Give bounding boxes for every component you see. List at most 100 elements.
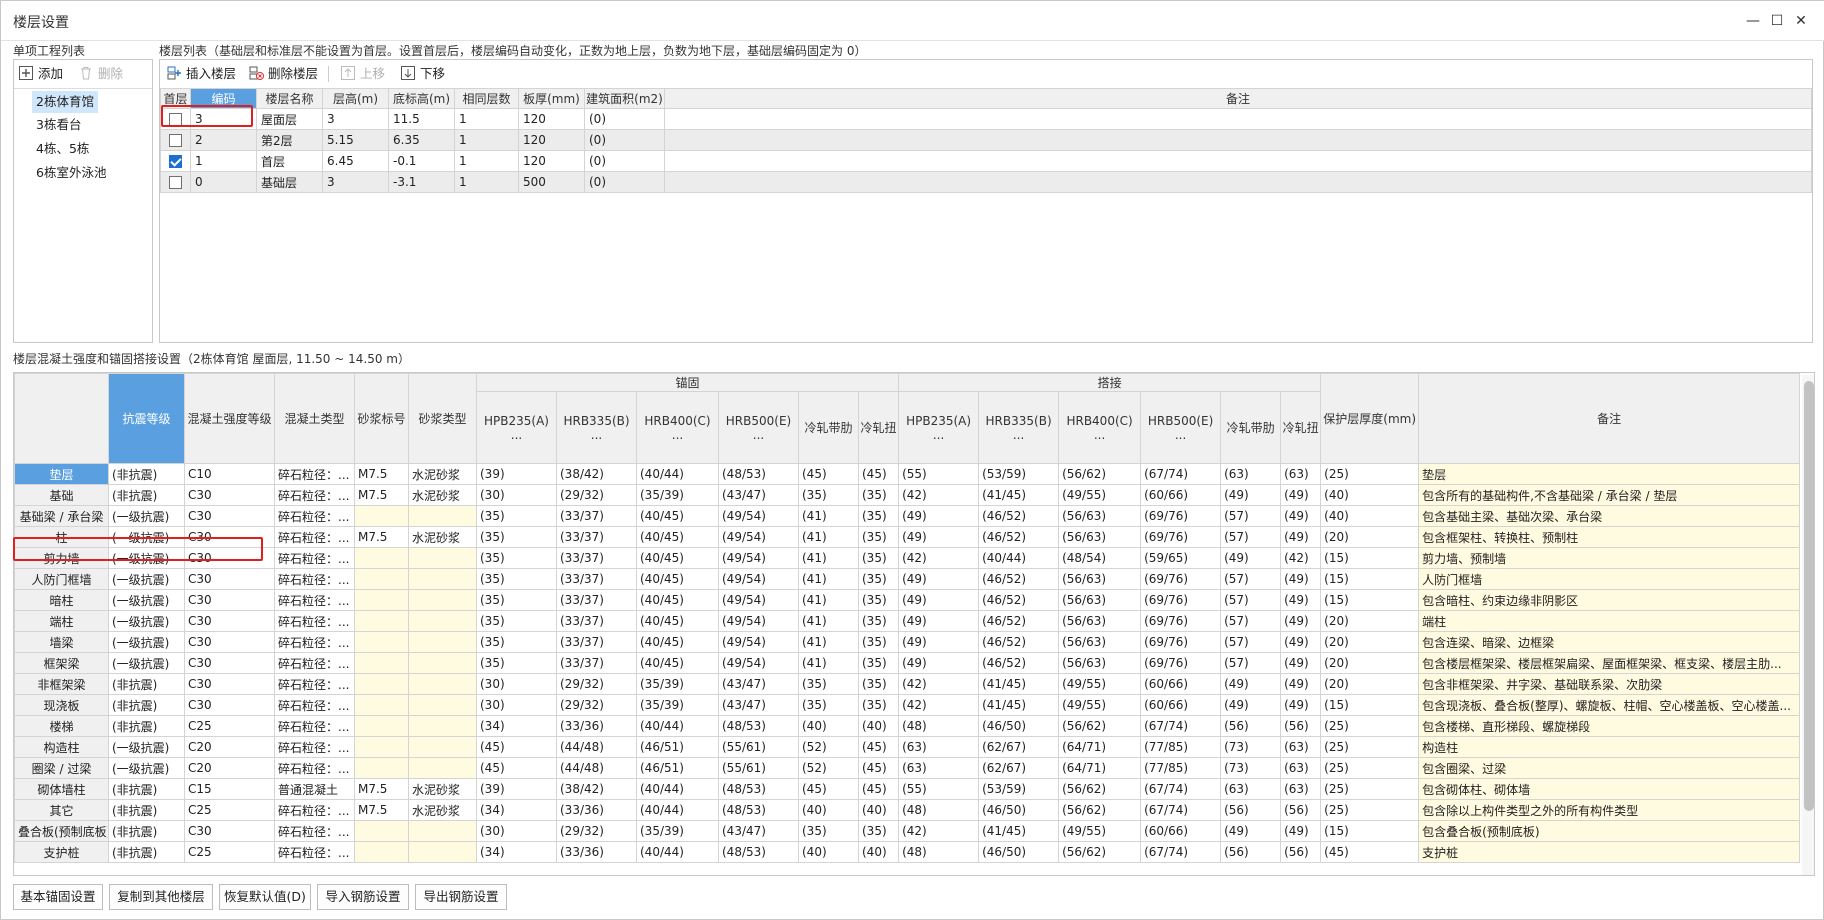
settings-cell[interactable] bbox=[408, 673, 477, 695]
rebar-header[interactable]: 冷轧扭 bbox=[857, 391, 900, 464]
settings-cell[interactable]: (34) bbox=[476, 715, 557, 737]
settings-cell[interactable]: (63) bbox=[898, 757, 980, 779]
settings-cell[interactable]: (63) bbox=[1280, 778, 1322, 800]
settings-cell[interactable] bbox=[354, 736, 409, 758]
first-floor-checkbox[interactable] bbox=[169, 155, 182, 168]
settings-cell[interactable]: 碎石粒径：... bbox=[274, 463, 355, 485]
settings-cell[interactable]: (45) bbox=[857, 778, 900, 800]
settings-cell[interactable]: (49/54) bbox=[718, 589, 799, 611]
settings-cell[interactable]: (46/51) bbox=[636, 757, 719, 779]
settings-cell[interactable]: (35/39) bbox=[636, 673, 719, 695]
settings-cell[interactable]: 碎石粒径：... bbox=[274, 799, 355, 821]
settings-cell[interactable] bbox=[354, 652, 409, 674]
floor-note-cell[interactable] bbox=[664, 171, 1812, 193]
settings-row[interactable]: 叠合板(预制底板) (非抗震) C30 碎石粒径：... (30) (29/32) (35/… bbox=[14, 820, 1800, 842]
settings-cell[interactable] bbox=[408, 652, 477, 674]
settings-cell[interactable]: (非抗震) bbox=[108, 841, 185, 863]
floor-header-height-col[interactable]: 层高(m) bbox=[322, 88, 389, 109]
settings-cell[interactable]: 碎石粒径：... bbox=[274, 757, 355, 779]
settings-cell[interactable]: 包含现浇板、叠合板(整厚)、螺旋板、柱帽、空心楼盖板、空心楼盖... bbox=[1418, 694, 1800, 716]
settings-cell[interactable]: C20 bbox=[184, 757, 275, 779]
settings-cell[interactable]: (57) bbox=[1220, 652, 1282, 674]
settings-cell[interactable]: C25 bbox=[184, 799, 275, 821]
settings-cell[interactable]: 水泥砂浆 bbox=[408, 463, 477, 485]
floor-name-cell[interactable]: 首层 bbox=[256, 150, 323, 172]
settings-cell[interactable]: 碎石粒径：... bbox=[274, 652, 355, 674]
settings-cell[interactable]: (30) bbox=[476, 673, 557, 695]
settings-cell[interactable]: 水泥砂浆 bbox=[408, 526, 477, 548]
settings-cell[interactable]: 水泥砂浆 bbox=[408, 778, 477, 800]
settings-cell[interactable]: (一级抗震) bbox=[108, 547, 185, 569]
settings-cell[interactable]: (49) bbox=[1220, 694, 1282, 716]
settings-cell[interactable]: (41/45) bbox=[978, 820, 1060, 842]
basic-anchor-settings-button[interactable]: 基本锚固设置 bbox=[13, 884, 103, 910]
settings-cell[interactable]: (39) bbox=[476, 778, 557, 800]
settings-cell[interactable]: (33/36) bbox=[556, 799, 637, 821]
settings-cell[interactable]: (15) bbox=[1320, 694, 1420, 716]
settings-cell[interactable]: (40/44) bbox=[636, 778, 719, 800]
settings-cell[interactable]: C30 bbox=[184, 631, 275, 653]
project-item-4-5[interactable]: 4栋、5栋 bbox=[32, 138, 93, 160]
settings-cell[interactable]: (15) bbox=[1320, 568, 1420, 590]
settings-cell[interactable]: M7.5 bbox=[354, 799, 409, 821]
settings-cell[interactable]: 垫层 bbox=[1418, 463, 1800, 485]
settings-cell[interactable]: (60/66) bbox=[1140, 694, 1222, 716]
settings-cell[interactable]: (53/59) bbox=[978, 463, 1060, 485]
settings-cell[interactable]: 碎石粒径：... bbox=[274, 547, 355, 569]
settings-cell[interactable]: (29/32) bbox=[556, 820, 637, 842]
settings-cell[interactable]: (49/54) bbox=[718, 547, 799, 569]
settings-cell[interactable]: M7.5 bbox=[354, 778, 409, 800]
settings-cell[interactable]: (40/44) bbox=[636, 715, 719, 737]
settings-cell[interactable] bbox=[354, 820, 409, 842]
settings-row[interactable]: 垫层 (非抗震) C10 碎石粒径：... M7.5 水泥砂浆 (39) (38/42) (40… bbox=[14, 463, 1800, 485]
settings-cell[interactable]: (35/39) bbox=[636, 484, 719, 506]
floor-same-cell[interactable]: 1 bbox=[454, 171, 519, 193]
settings-cell[interactable]: (15) bbox=[1320, 547, 1420, 569]
settings-cell[interactable]: (42) bbox=[898, 547, 980, 569]
settings-cell[interactable]: (35/39) bbox=[636, 694, 719, 716]
settings-cell[interactable]: (45) bbox=[798, 463, 859, 485]
settings-cell[interactable]: (一级抗震) bbox=[108, 610, 185, 632]
cover-header[interactable]: 保护层厚度(mm) bbox=[1320, 373, 1420, 464]
settings-cell[interactable] bbox=[354, 610, 409, 632]
settings-cell[interactable]: (49/54) bbox=[718, 526, 799, 548]
settings-cell[interactable]: (非抗震) bbox=[108, 799, 185, 821]
floor-header-bottom-col[interactable]: 底标高(m) bbox=[388, 88, 455, 109]
settings-cell[interactable]: (40/44) bbox=[636, 463, 719, 485]
settings-cell[interactable] bbox=[354, 841, 409, 863]
settings-cell[interactable]: (56) bbox=[1220, 715, 1282, 737]
settings-cell[interactable]: (非抗震) bbox=[108, 820, 185, 842]
settings-cell[interactable]: (57) bbox=[1220, 631, 1282, 653]
close-button[interactable]: ✕ bbox=[1791, 11, 1811, 31]
settings-cell[interactable] bbox=[408, 820, 477, 842]
settings-cell[interactable]: (60/66) bbox=[1140, 673, 1222, 695]
settings-cell[interactable]: (49) bbox=[1280, 505, 1322, 527]
scrollbar-thumb[interactable] bbox=[1804, 381, 1814, 811]
settings-cell[interactable]: (49) bbox=[898, 652, 980, 674]
settings-cell[interactable]: (73) bbox=[1220, 757, 1282, 779]
settings-cell[interactable]: (49) bbox=[898, 505, 980, 527]
settings-cell[interactable]: (57) bbox=[1220, 568, 1282, 590]
settings-cell[interactable]: 人防门框墙 bbox=[1418, 568, 1800, 590]
settings-cell[interactable]: (57) bbox=[1220, 610, 1282, 632]
settings-cell[interactable]: (49) bbox=[898, 631, 980, 653]
settings-cell[interactable]: 碎石粒径：... bbox=[274, 610, 355, 632]
settings-cell[interactable]: (40) bbox=[857, 715, 900, 737]
first-floor-cell[interactable] bbox=[160, 129, 191, 151]
settings-cell[interactable]: (45) bbox=[476, 736, 557, 758]
settings-cell[interactable]: (40) bbox=[857, 799, 900, 821]
maximize-button[interactable]: ☐ bbox=[1767, 11, 1787, 31]
settings-cell[interactable]: (40/45) bbox=[636, 589, 719, 611]
floor-same-cell[interactable]: 1 bbox=[454, 150, 519, 172]
settings-cell[interactable]: (42) bbox=[898, 673, 980, 695]
settings-cell[interactable]: (56/63) bbox=[1058, 526, 1142, 548]
export-rebar-settings-button[interactable]: 导出钢筋设置 bbox=[415, 884, 507, 910]
settings-cell[interactable]: (20) bbox=[1320, 673, 1420, 695]
settings-cell[interactable]: (48) bbox=[898, 841, 980, 863]
settings-cell[interactable]: (35) bbox=[857, 652, 900, 674]
settings-cell[interactable] bbox=[354, 715, 409, 737]
floor-header-name-col[interactable]: 楼层名称 bbox=[256, 88, 323, 109]
settings-cell[interactable] bbox=[408, 736, 477, 758]
settings-cell[interactable]: (46/52) bbox=[978, 568, 1060, 590]
settings-cell[interactable]: (49) bbox=[1280, 694, 1322, 716]
